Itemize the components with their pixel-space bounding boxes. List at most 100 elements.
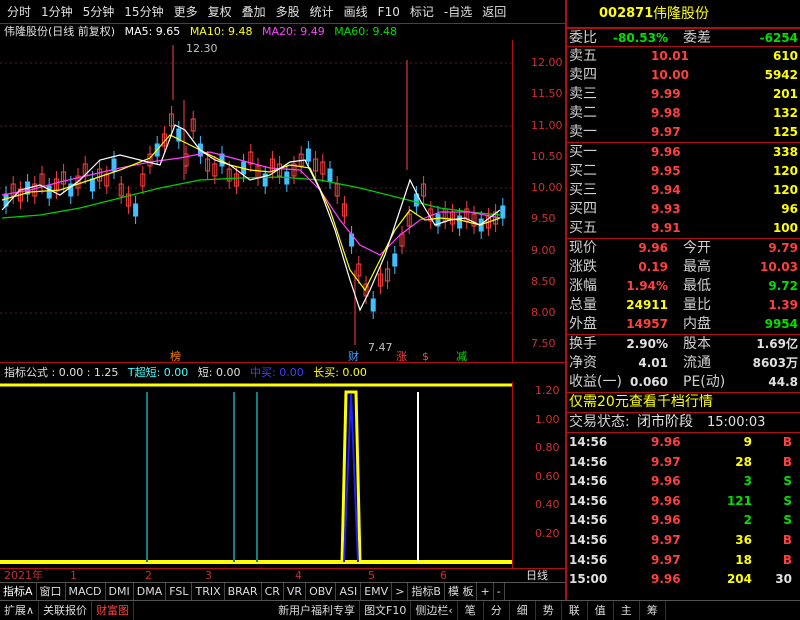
- price-tick: 10.50: [531, 149, 563, 163]
- toolbar-item-13[interactable]: 返回: [477, 3, 511, 20]
- zhang-marker[interactable]: 涨: [396, 350, 407, 362]
- toolbar-item-6[interactable]: 叠加: [237, 3, 271, 20]
- stat-value: 0.060: [630, 375, 668, 389]
- price-tick: 8.50: [531, 274, 556, 288]
- tick-direction: 30: [775, 572, 792, 587]
- toolbar-item-3[interactable]: 15分钟: [119, 3, 168, 20]
- indicator-tabs: 指标A 窗口 MACD DMI DMA FSL TRIX BRAR CR VR OBV ASI EMV >…: [0, 582, 565, 600]
- sell-level-row[interactable]: 卖一 9.97 125: [567, 123, 800, 142]
- tick-direction: B: [782, 435, 792, 449]
- sell-level-volume: 610: [772, 49, 798, 63]
- sell-level-volume: 132: [772, 106, 798, 120]
- indicator-tab[interactable]: -: [494, 583, 505, 600]
- stat-value: 2.90%: [626, 337, 668, 351]
- sell-level-row[interactable]: 卖五 10.01 610: [567, 47, 800, 66]
- price-tick: 9.50: [531, 212, 556, 226]
- buy-level-row[interactable]: 买五 9.91 100: [567, 219, 800, 238]
- weibi-label: 委比: [569, 30, 597, 46]
- bottom-tab[interactable]: 分: [484, 601, 510, 620]
- indicator-tab[interactable]: >: [392, 583, 409, 600]
- indicator-tab[interactable]: 模 板: [445, 583, 478, 600]
- sell-book: 卖五 10.01 610 卖四 10.00 5942 卖三 9.99 201 卖二 9.98 132 卖…: [567, 47, 800, 142]
- indicator-tab[interactable]: OBV: [306, 583, 337, 600]
- indicator-tab[interactable]: MACD: [66, 583, 106, 600]
- month-label: 1: [70, 569, 77, 582]
- stat-label: 总量: [569, 297, 597, 313]
- stat-value: 10.03: [760, 260, 798, 274]
- toolbar-item-8[interactable]: 统计: [305, 3, 339, 20]
- promo-row[interactable]: 仅需20元查看千档行情: [567, 392, 800, 412]
- period-label[interactable]: 日线: [526, 569, 548, 582]
- bottom-tab[interactable]: 势: [536, 601, 562, 620]
- toolbar-item-4[interactable]: 更多: [169, 3, 203, 20]
- buy-level-row[interactable]: 买四 9.93 96: [567, 200, 800, 219]
- indicator-tab[interactable]: 指标B: [408, 583, 445, 600]
- indicator-tab[interactable]: 窗口: [37, 583, 66, 600]
- indicator-tab[interactable]: EMV: [361, 583, 393, 600]
- price-tick: 11.00: [531, 118, 563, 132]
- tick-time: 15:00: [569, 572, 608, 587]
- buy-level-price: 9.95: [651, 164, 681, 178]
- bottom-tab[interactable]: 细: [510, 601, 536, 620]
- toolbar-item-11[interactable]: 标记: [405, 3, 439, 20]
- ind-tick: 1.20: [535, 384, 560, 397]
- cai-marker[interactable]: 财: [348, 349, 359, 362]
- indicator-name[interactable]: 指标公式 : 0.00 : 1.25: [4, 366, 118, 379]
- bottom-tab[interactable]: 笔: [458, 601, 484, 620]
- kline-chart[interactable]: 12.30 7.47 榜 财 涨 $ 减: [0, 40, 512, 362]
- indicator-tab[interactable]: VR: [284, 583, 307, 600]
- tick-row: 14:56 9.96 9 B: [567, 433, 800, 453]
- tick-volume: 18: [735, 552, 752, 567]
- bottom-tab[interactable]: 新用户福利专享: [274, 601, 361, 620]
- bottom-tab[interactable]: 主: [614, 601, 640, 620]
- stat-row: 换手 2.90% 股本 1.69亿: [567, 335, 800, 354]
- stat-value: 9.96: [638, 241, 668, 255]
- tick-volume: 36: [735, 532, 752, 547]
- indicator-tab[interactable]: DMI: [106, 583, 134, 600]
- indicator-tab[interactable]: 指标A: [0, 583, 37, 600]
- indicator-tab[interactable]: CR: [262, 583, 284, 600]
- indicator-chart[interactable]: [0, 382, 512, 568]
- buy-level-row[interactable]: 买二 9.95 120: [567, 162, 800, 181]
- bang-marker[interactable]: 榜: [170, 349, 181, 362]
- bottom-tab[interactable]: 关联报价: [39, 601, 93, 620]
- indicator-tab[interactable]: TRIX: [192, 583, 225, 600]
- promo-text[interactable]: 仅需20元查看千档行情: [569, 393, 713, 412]
- toolbar-item-2[interactable]: 5分钟: [78, 3, 120, 20]
- indicator-tab[interactable]: DMA: [134, 583, 167, 600]
- bottom-tab[interactable]: 侧边栏‹: [411, 601, 458, 620]
- sell-level-row[interactable]: 卖四 10.00 5942: [567, 66, 800, 85]
- toolbar-item-5[interactable]: 复权: [203, 3, 237, 20]
- indicator-tab[interactable]: +: [477, 583, 494, 600]
- toolbar-item-10[interactable]: F10: [373, 5, 405, 19]
- toolbar-item-12[interactable]: -自选: [439, 3, 477, 20]
- buy-level-label: 买三: [569, 182, 597, 198]
- stat-value: 1.69亿: [756, 337, 798, 351]
- toolbar-item-9[interactable]: 画线: [339, 3, 373, 20]
- stat-value: 44.8: [768, 375, 798, 389]
- stat-value: 8603万: [752, 356, 798, 370]
- bottom-tab[interactable]: 筹: [640, 601, 666, 620]
- bottom-tab[interactable]: 财富图: [92, 601, 135, 620]
- jian-marker[interactable]: 减: [456, 350, 467, 362]
- toolbar-item-0[interactable]: 分时: [2, 3, 36, 20]
- indicator-tab[interactable]: BRAR: [225, 583, 262, 600]
- bottom-tab[interactable]: 图文F10: [360, 601, 412, 620]
- sell-level-volume: 125: [772, 125, 798, 139]
- indicator-tab[interactable]: FSL: [166, 583, 193, 600]
- sell-level-row[interactable]: 卖二 9.98 132: [567, 104, 800, 123]
- bottom-tab[interactable]: 值: [588, 601, 614, 620]
- stat-label: PE(动): [683, 374, 726, 390]
- toolbar-item-7[interactable]: 多股: [271, 3, 305, 20]
- buy-level-row[interactable]: 买一 9.96 338: [567, 143, 800, 162]
- toolbar-item-1[interactable]: 1分钟: [36, 3, 78, 20]
- indicator-tab[interactable]: ASI: [336, 583, 362, 600]
- dollar-marker[interactable]: $: [422, 350, 429, 362]
- bottom-tab[interactable]: 扩展∧: [0, 601, 40, 620]
- bottom-tab[interactable]: 联: [562, 601, 588, 620]
- sell-level-row[interactable]: 卖三 9.99 201: [567, 85, 800, 104]
- ma20-value: MA20: 9.49: [262, 25, 325, 38]
- ind-tick: 1.00: [535, 412, 560, 426]
- buy-level-row[interactable]: 买三 9.94 120: [567, 181, 800, 200]
- tick-list[interactable]: 14:56 9.96 9 B 14:56 9.97 28 B 14:56 9.96 3 S 14:56 9…: [567, 432, 800, 590]
